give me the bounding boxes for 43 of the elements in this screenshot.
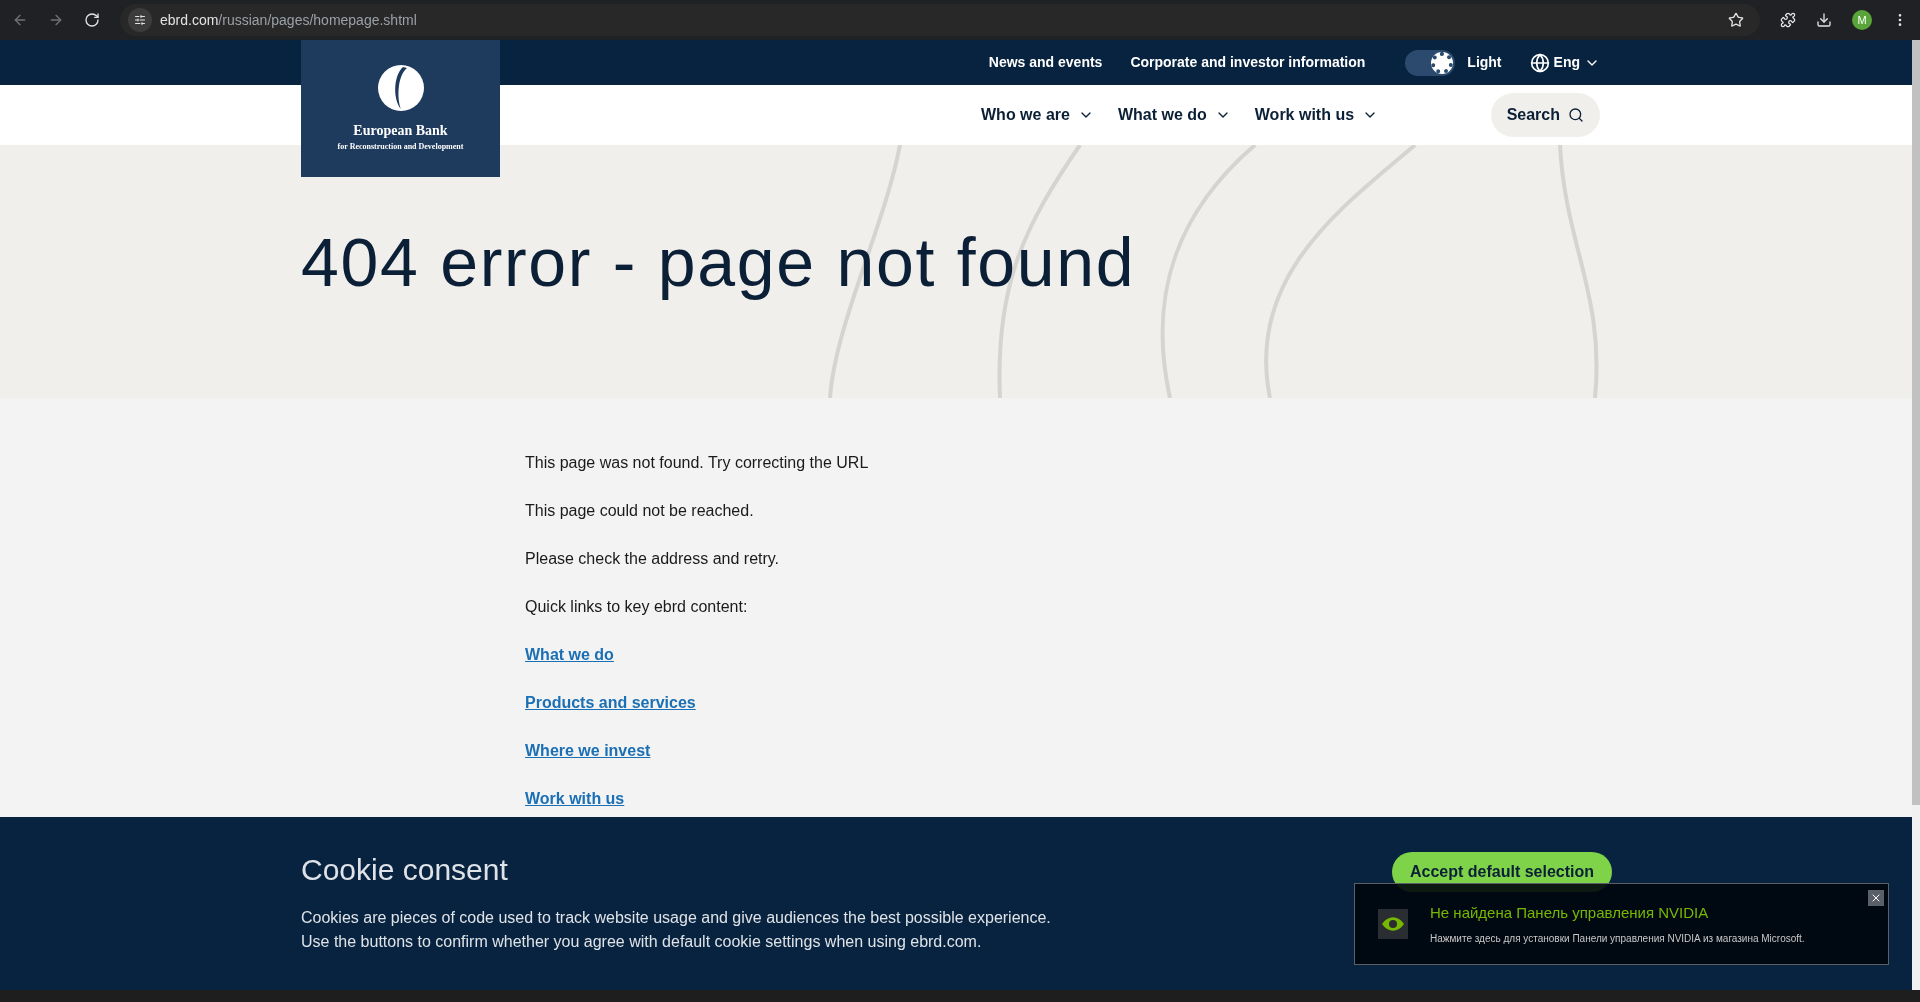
theme-label: Light — [1467, 53, 1502, 72]
cookie-text: Cookies are pieces of code used to track website usage and give audiences the best possible experience. — [301, 908, 1051, 928]
body-paragraph: Quick links to key ebrd content: — [525, 597, 749, 617]
eye-logo-icon — [1378, 909, 1408, 939]
notification-message: Нажмите здесь для установки Панели управления NVIDIA из магазина Microsoft. — [1430, 931, 1805, 946]
site-info-icon[interactable] — [128, 8, 152, 32]
url-text: ebrd.com/russian/pages/homepage.shtml — [160, 10, 417, 30]
back-icon[interactable] — [12, 12, 28, 28]
nav-menu-item[interactable]: Who we are — [981, 103, 1094, 127]
cookie-title: Cookie consent — [301, 852, 509, 888]
logo-subtitle: for Reconstruction and Development — [337, 141, 464, 153]
logo-emblem-icon — [376, 64, 425, 112]
reload-icon[interactable] — [84, 12, 100, 28]
search-icon — [1568, 107, 1584, 123]
quick-link[interactable]: Products and services — [525, 692, 696, 714]
globe-icon — [1529, 52, 1550, 73]
notification-popup[interactable]: Не найдена Панель управления NVIDIA Нажмите здесь для установки Панели управления NVIDIA из магазина Microsoft. — [1354, 883, 1889, 965]
nav-menu-item[interactable]: What we do — [1117, 103, 1231, 127]
close-button[interactable] — [1868, 890, 1884, 906]
language-selector[interactable]: Eng — [1529, 52, 1600, 73]
bookmark-star-icon[interactable] — [1728, 12, 1744, 28]
quick-link[interactable]: What we do — [525, 644, 614, 666]
quick-link[interactable]: Where we invest — [525, 740, 651, 762]
body-paragraph: This page was not found. Try correcting the URL — [525, 453, 870, 473]
sun-icon — [1431, 51, 1454, 74]
quick-link[interactable]: Work with us — [525, 788, 625, 810]
theme-toggle[interactable] — [1405, 49, 1456, 76]
body-paragraph: Please check the address and retry. — [525, 549, 781, 569]
notification-title: Не найдена Панель управления NVIDIA — [1430, 903, 1710, 924]
cookie-text: Use the buttons to confirm whether you agree with default cookie settings when using ebrd.com. — [301, 932, 983, 952]
top-nav-link[interactable]: Corporate and investor information — [1130, 52, 1366, 73]
top-nav-link[interactable]: News and events — [988, 52, 1103, 73]
address-bar[interactable]: ebrd.com/russian/pages/homepage.shtml — [120, 4, 1760, 36]
forward-icon[interactable] — [48, 12, 64, 28]
logo-title: European Bank — [353, 122, 448, 140]
search-button[interactable]: Search — [1490, 93, 1600, 137]
extensions-icon[interactable] — [1780, 12, 1796, 28]
body-paragraph: This page could not be reached. — [525, 501, 755, 521]
page-heading: 404 error - page not found — [301, 222, 1136, 302]
logo[interactable]: European Bank for Reconstruction and Development — [301, 40, 500, 177]
nav-menu-item[interactable]: Work with us — [1254, 103, 1379, 127]
download-icon[interactable] — [1816, 12, 1832, 28]
close-icon — [1870, 892, 1882, 904]
